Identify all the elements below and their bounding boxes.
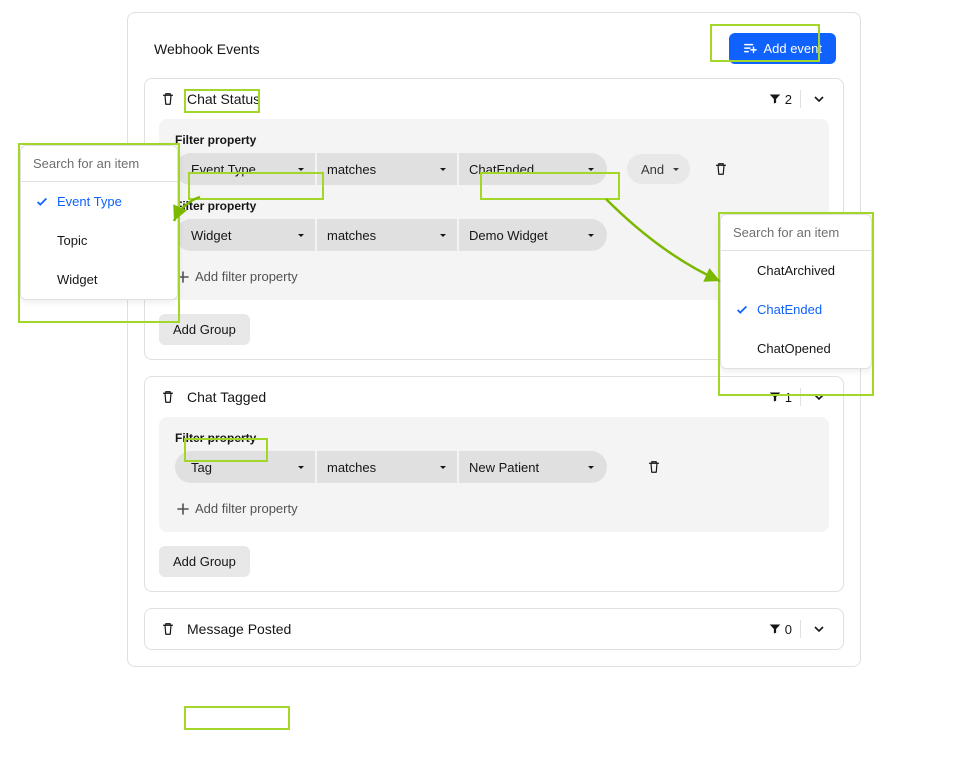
- add-event-button[interactable]: Add event: [729, 33, 836, 64]
- filter-value-select[interactable]: ChatEnded: [459, 153, 607, 185]
- delete-event-icon[interactable]: [159, 90, 177, 108]
- funnel-icon: [769, 623, 781, 635]
- filter-operator-select[interactable]: matches: [317, 451, 457, 483]
- caret-down-icon: [587, 464, 595, 472]
- event-card-message-posted: Message Posted 0: [144, 608, 844, 650]
- chevron-down-icon: [813, 93, 825, 105]
- value-dropdown-menu: Search for an item ChatArchived ChatEnde…: [720, 214, 872, 369]
- delete-event-icon[interactable]: [159, 388, 177, 406]
- check-icon: [735, 342, 749, 356]
- check-icon: [35, 273, 49, 287]
- add-filter-property-button[interactable]: Add filter property: [175, 265, 300, 288]
- filter-operator-select[interactable]: matches: [317, 219, 457, 251]
- caret-down-icon: [439, 464, 447, 472]
- filter-joiner-select[interactable]: And: [627, 154, 690, 184]
- filter-property-select[interactable]: Event Type: [175, 153, 315, 185]
- filter-count-badge: 2: [769, 92, 792, 107]
- caret-down-icon: [297, 166, 305, 174]
- caret-down-icon: [297, 232, 305, 240]
- add-group-button[interactable]: Add Group: [159, 546, 250, 577]
- filter-count-badge: 1: [769, 390, 792, 405]
- filter-row: Event Type matches ChatEnded: [175, 153, 813, 185]
- collapse-toggle[interactable]: [809, 619, 829, 639]
- annotation-highlight: [184, 706, 290, 730]
- panel-title: Webhook Events: [154, 41, 260, 57]
- add-group-button[interactable]: Add Group: [159, 314, 250, 345]
- check-icon: [35, 195, 49, 209]
- filter-property-label: Filter property: [175, 431, 813, 445]
- filter-property-select[interactable]: Widget: [175, 219, 315, 251]
- dropdown-item[interactable]: Event Type: [21, 182, 177, 221]
- delete-event-icon[interactable]: [159, 620, 177, 638]
- dropdown-item[interactable]: Widget: [21, 260, 177, 299]
- delete-filter-row-icon[interactable]: [645, 458, 663, 476]
- dropdown-item[interactable]: ChatArchived: [721, 251, 871, 290]
- filter-row: Tag matches New Patient: [175, 451, 813, 483]
- event-name: Chat Tagged: [187, 389, 266, 405]
- event-card-chat-tagged: Chat Tagged 1 Filter property: [144, 376, 844, 592]
- property-dropdown-menu: Search for an item Event Type Topic Widg…: [20, 145, 178, 300]
- dropdown-search-input[interactable]: Search for an item: [21, 146, 177, 182]
- dropdown-item[interactable]: Topic: [21, 221, 177, 260]
- filters-block: Filter property Tag matches New Patient: [159, 417, 829, 532]
- add-filter-property-button[interactable]: Add filter property: [175, 497, 300, 520]
- delete-filter-row-icon[interactable]: [712, 160, 730, 178]
- caret-down-icon: [439, 232, 447, 240]
- chevron-down-icon: [813, 391, 825, 403]
- collapse-toggle[interactable]: [809, 89, 829, 109]
- collapse-toggle[interactable]: [809, 387, 829, 407]
- caret-down-icon: [672, 166, 680, 174]
- add-event-label: Add event: [763, 41, 822, 56]
- filter-property-select[interactable]: Tag: [175, 451, 315, 483]
- caret-down-icon: [439, 166, 447, 174]
- dropdown-search-input[interactable]: Search for an item: [721, 215, 871, 251]
- plus-icon: [177, 503, 189, 515]
- caret-down-icon: [587, 232, 595, 240]
- funnel-icon: [769, 391, 781, 403]
- filter-add-icon: [743, 42, 757, 56]
- event-name: Message Posted: [187, 621, 291, 637]
- filter-value-select[interactable]: Demo Widget: [459, 219, 607, 251]
- filter-property-label: Filter property: [175, 133, 813, 147]
- check-icon: [35, 234, 49, 248]
- caret-down-icon: [297, 464, 305, 472]
- funnel-icon: [769, 93, 781, 105]
- caret-down-icon: [587, 166, 595, 174]
- dropdown-item[interactable]: ChatEnded: [721, 290, 871, 329]
- dropdown-item[interactable]: ChatOpened: [721, 329, 871, 368]
- filter-property-label: Filter property: [175, 199, 813, 213]
- filter-operator-select[interactable]: matches: [317, 153, 457, 185]
- check-icon: [735, 264, 749, 278]
- filter-value-select[interactable]: New Patient: [459, 451, 607, 483]
- chevron-down-icon: [813, 623, 825, 635]
- event-name: Chat Status: [187, 91, 260, 107]
- plus-icon: [177, 271, 189, 283]
- filter-row: Widget matches Demo Widget: [175, 219, 813, 251]
- filter-count-badge: 0: [769, 622, 792, 637]
- check-icon: [735, 303, 749, 317]
